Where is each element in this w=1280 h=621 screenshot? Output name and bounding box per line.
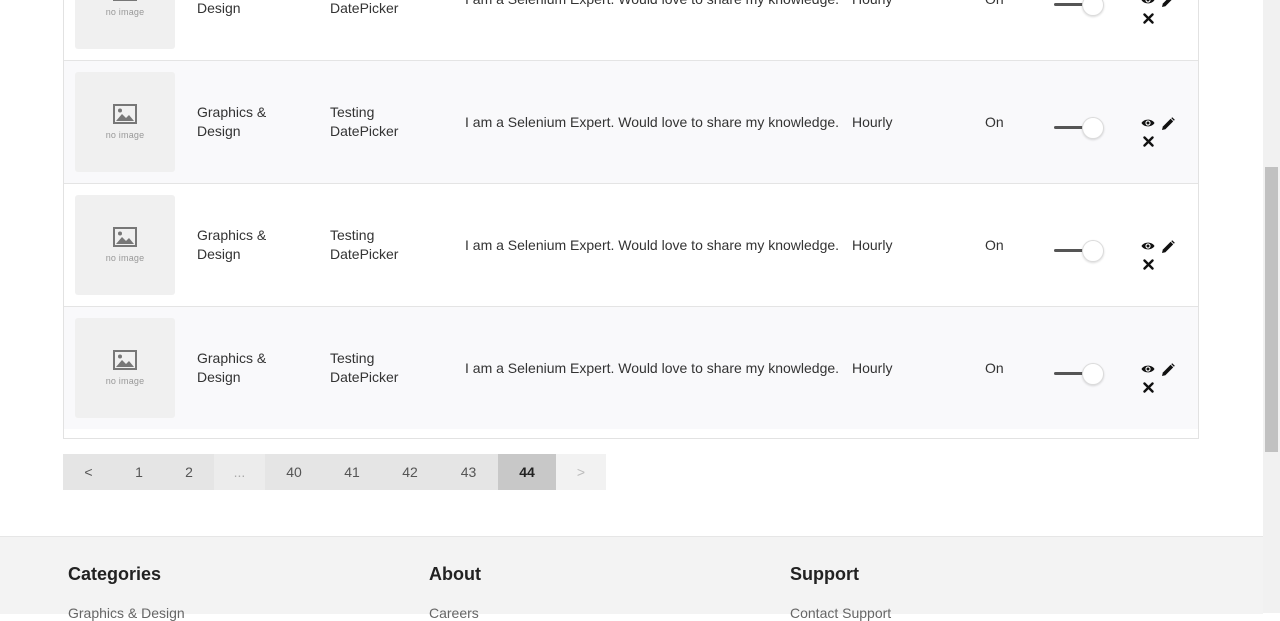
pagination-ellipsis: ... <box>214 454 265 490</box>
no-image-label: no image <box>105 376 145 386</box>
pencil-icon[interactable] <box>1161 0 1175 8</box>
title-cell: Testing DatePicker <box>330 350 399 385</box>
table-row: no image Graphics & Design Testing DateP… <box>64 61 1198 184</box>
image-placeholder-icon <box>113 350 137 370</box>
footer-column-about: About Careers <box>429 563 481 621</box>
eye-icon[interactable] <box>1141 363 1155 375</box>
close-icon[interactable] <box>1143 13 1154 24</box>
footer-heading: Support <box>790 564 859 584</box>
category-cell: Graphics & Design <box>197 227 267 262</box>
close-icon[interactable] <box>1143 382 1154 393</box>
service-thumbnail: no image <box>75 72 175 172</box>
pagination-page-44-current[interactable]: 44 <box>498 454 556 490</box>
status-toggle[interactable] <box>1054 0 1104 16</box>
title-cell: Testing DatePicker <box>330 227 399 262</box>
status-toggle[interactable] <box>1054 117 1104 139</box>
toggle-knob <box>1082 363 1104 385</box>
image-placeholder-icon <box>113 0 137 1</box>
pencil-icon[interactable] <box>1161 117 1175 131</box>
footer-link[interactable]: Careers <box>429 605 479 621</box>
close-icon[interactable] <box>1143 259 1154 270</box>
footer-link[interactable]: Graphics & Design <box>68 605 185 621</box>
toggle-knob <box>1082 0 1104 16</box>
main-content: no image Graphics & Design Testing DateP… <box>0 0 1263 621</box>
pagination-page-2[interactable]: 2 <box>164 454 214 490</box>
type-cell: Hourly <box>852 0 892 9</box>
site-footer: Categories Graphics & Design About Caree… <box>0 536 1263 621</box>
status-toggle[interactable] <box>1054 240 1104 262</box>
footer-column-support: Support Contact Support <box>790 563 891 621</box>
footer-column-categories: Categories Graphics & Design <box>68 563 185 621</box>
pencil-icon[interactable] <box>1161 363 1175 377</box>
pagination: < 1 2 ... 40 41 42 43 44 > <box>63 454 606 490</box>
footer-heading: Categories <box>68 564 162 584</box>
pagination-next-button[interactable]: > <box>556 454 606 490</box>
description-cell: I am a Selenium Expert. Would love to sh… <box>465 0 845 9</box>
service-thumbnail: no image <box>75 195 175 295</box>
toggle-knob <box>1082 117 1104 139</box>
pagination-page-1[interactable]: 1 <box>114 454 164 490</box>
services-table: no image Graphics & Design Testing DateP… <box>63 0 1199 439</box>
pagination-page-42[interactable]: 42 <box>381 454 439 490</box>
pagination-prev-button[interactable]: < <box>63 454 114 490</box>
vertical-scrollbar[interactable] <box>1263 0 1280 613</box>
title-cell: Testing DatePicker <box>330 0 399 16</box>
pagination-page-43[interactable]: 43 <box>439 454 498 490</box>
table-row: no image Graphics & Design Testing DateP… <box>64 307 1198 429</box>
category-cell: Graphics & Design <box>197 350 267 385</box>
category-cell: Graphics & Design <box>197 0 241 16</box>
type-cell: Hourly <box>852 114 893 130</box>
pencil-icon[interactable] <box>1161 240 1175 254</box>
toggle-knob <box>1082 240 1104 262</box>
no-image-label: no image <box>105 253 145 263</box>
table-row: no image Graphics & Design Testing DateP… <box>64 184 1198 307</box>
no-image-label: no image <box>105 7 145 17</box>
category-cell: Graphics & Design <box>197 104 267 139</box>
scrollbar-thumb[interactable] <box>1265 167 1278 452</box>
image-placeholder-icon <box>113 227 137 247</box>
eye-icon[interactable] <box>1141 0 1155 6</box>
type-cell: Hourly <box>852 237 893 253</box>
title-cell: Testing DatePicker <box>330 104 399 139</box>
status-cell: On <box>985 360 1004 376</box>
image-placeholder-icon <box>113 104 137 124</box>
description-cell: I am a Selenium Expert. Would love to sh… <box>465 360 840 376</box>
table-row: no image Graphics & Design Testing DateP… <box>64 0 1198 61</box>
status-cell: On <box>985 0 1004 9</box>
description-cell: I am a Selenium Expert. Would love to sh… <box>465 237 840 253</box>
service-thumbnail: no image <box>75 0 175 49</box>
status-cell: On <box>985 237 1004 253</box>
service-thumbnail: no image <box>75 318 175 418</box>
close-icon[interactable] <box>1143 136 1154 147</box>
eye-icon[interactable] <box>1141 117 1155 129</box>
description-cell: I am a Selenium Expert. Would love to sh… <box>465 114 840 130</box>
footer-heading: About <box>429 564 481 584</box>
status-toggle[interactable] <box>1054 363 1104 385</box>
status-cell: On <box>985 114 1004 130</box>
pagination-page-41[interactable]: 41 <box>323 454 381 490</box>
pagination-page-40[interactable]: 40 <box>265 454 323 490</box>
footer-link[interactable]: Contact Support <box>790 605 891 621</box>
type-cell: Hourly <box>852 360 893 376</box>
no-image-label: no image <box>105 130 145 140</box>
eye-icon[interactable] <box>1141 240 1155 252</box>
